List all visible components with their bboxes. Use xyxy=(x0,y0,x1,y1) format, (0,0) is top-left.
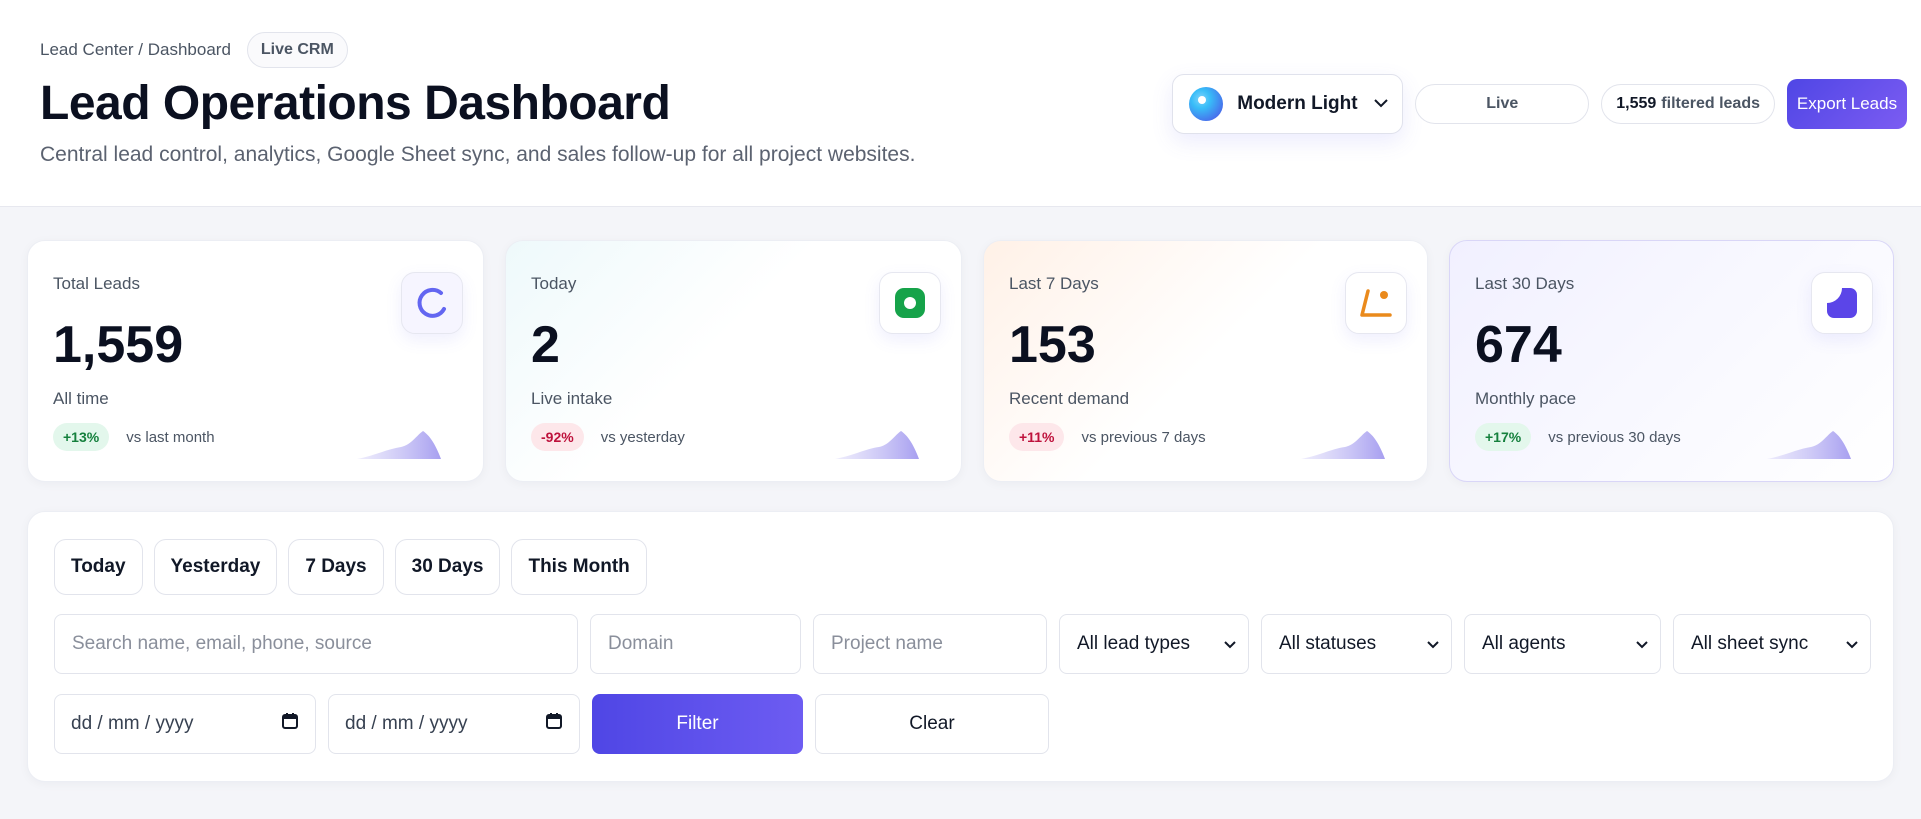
export-leads-button[interactable]: Export Leads xyxy=(1787,79,1907,129)
stat-card-today: Today 2 Live intake -92% vs yesterday xyxy=(505,240,962,482)
chevron-down-icon xyxy=(1224,636,1236,652)
agent-select[interactable]: All agents xyxy=(1464,614,1661,674)
date-to-placeholder: dd / mm / yyyy xyxy=(345,713,468,734)
comparison-text: vs previous 7 days xyxy=(1081,428,1206,446)
chevron-down-icon xyxy=(1846,636,1858,652)
card-value: 1,559 xyxy=(53,316,184,374)
card-label: Last 30 Days xyxy=(1475,274,1575,293)
domain-input[interactable]: Domain xyxy=(590,614,801,674)
card-label: Today xyxy=(531,274,577,293)
chevron-down-icon xyxy=(1427,636,1439,652)
pie-icon xyxy=(1811,272,1873,334)
breadcrumb: Lead Center / Dashboard xyxy=(40,40,231,59)
lead-type-select[interactable]: All lead types xyxy=(1059,614,1249,674)
filter-row-1: Search name, email, phone, source Domain… xyxy=(54,614,1871,674)
filter-button[interactable]: Filter xyxy=(592,694,803,754)
delta-badge: +17% xyxy=(1475,423,1532,451)
sparkline-icon xyxy=(1301,431,1385,459)
sheet-sync-value: All sheet sync xyxy=(1691,633,1809,654)
range-yesterday-button[interactable]: Yesterday xyxy=(153,539,278,595)
sheet-sync-select[interactable]: All sheet sync xyxy=(1673,614,1871,674)
live-status-pill[interactable]: Live xyxy=(1415,84,1590,124)
breadcrumb-row: Lead Center / Dashboard Live CRM xyxy=(40,32,348,68)
sparkline-icon xyxy=(357,431,441,459)
filtered-leads-label: filtered leads xyxy=(1661,95,1760,112)
calendar-icon[interactable] xyxy=(545,712,563,736)
card-subtext: Live intake xyxy=(531,389,613,408)
stat-card-last-7-days: Last 7 Days 153 Recent demand +11% vs pr… xyxy=(983,240,1428,482)
trend-icon xyxy=(1345,272,1407,334)
clear-button[interactable]: Clear xyxy=(815,694,1049,754)
range-30-days-button[interactable]: 30 Days xyxy=(394,539,501,595)
chevron-down-icon xyxy=(1374,95,1388,113)
filtered-leads-count: 1,559 xyxy=(1616,95,1657,112)
project-name-input[interactable]: Project name xyxy=(813,614,1047,674)
range-7-days-button[interactable]: 7 Days xyxy=(288,539,384,595)
theme-picker[interactable]: Modern Light xyxy=(1172,74,1404,134)
spinner-icon xyxy=(401,272,463,334)
filtered-leads-pill: 1,559 filtered leads xyxy=(1601,84,1775,124)
card-subtext: All time xyxy=(53,389,109,408)
date-to-input[interactable]: dd / mm / yyyy xyxy=(328,694,580,754)
page-header: Lead Center / Dashboard Live CRM Lead Op… xyxy=(0,0,1921,207)
page-title: Lead Operations Dashboard xyxy=(40,77,671,130)
date-from-input[interactable]: dd / mm / yyyy xyxy=(54,694,316,754)
range-this-month-button[interactable]: This Month xyxy=(511,539,647,595)
quick-range-buttons: Today Yesterday 7 Days 30 Days This Mont… xyxy=(54,539,647,595)
stat-cards: Total Leads 1,559 All time +13% vs last … xyxy=(27,240,1894,482)
stat-card-total-leads: Total Leads 1,559 All time +13% vs last … xyxy=(27,240,484,482)
stat-card-last-30-days: Last 30 Days 674 Monthly pace +17% vs pr… xyxy=(1449,240,1894,482)
record-icon xyxy=(879,272,941,334)
range-today-button[interactable]: Today xyxy=(54,539,143,595)
filter-row-2: dd / mm / yyyy dd / mm / yyyy Filter Cle… xyxy=(54,694,1049,754)
card-value: 2 xyxy=(531,316,560,374)
card-footer: -92% vs yesterday xyxy=(531,423,685,451)
comparison-text: vs previous 30 days xyxy=(1548,428,1681,446)
sparkline-icon xyxy=(1767,431,1851,459)
header-actions: Modern Light Live 1,559 filtered leads E… xyxy=(1172,74,1907,134)
card-footer: +11% vs previous 7 days xyxy=(1009,423,1206,451)
date-from-placeholder: dd / mm / yyyy xyxy=(71,713,194,734)
card-value: 674 xyxy=(1475,316,1562,374)
card-footer: +17% vs previous 30 days xyxy=(1475,423,1681,451)
comparison-text: vs last month xyxy=(126,428,215,446)
sparkline-icon xyxy=(835,431,919,459)
status-value: All statuses xyxy=(1279,633,1377,654)
delta-badge: -92% xyxy=(531,423,584,451)
lead-type-value: All lead types xyxy=(1077,633,1191,654)
calendar-icon[interactable] xyxy=(281,712,299,736)
live-crm-badge: Live CRM xyxy=(246,32,348,68)
filter-panel: Today Yesterday 7 Days 30 Days This Mont… xyxy=(27,511,1894,782)
agent-value: All agents xyxy=(1482,633,1566,654)
theme-orb-icon xyxy=(1189,87,1224,121)
comparison-text: vs yesterday xyxy=(600,428,685,446)
page-subtitle: Central lead control, analytics, Google … xyxy=(40,143,916,166)
card-subtext: Recent demand xyxy=(1009,389,1130,408)
card-label: Last 7 Days xyxy=(1009,274,1099,293)
delta-badge: +11% xyxy=(1009,423,1065,451)
chevron-down-icon xyxy=(1636,636,1648,652)
theme-label: Modern Light xyxy=(1237,93,1358,114)
card-subtext: Monthly pace xyxy=(1475,389,1577,408)
search-input[interactable]: Search name, email, phone, source xyxy=(54,614,578,674)
card-value: 153 xyxy=(1009,316,1096,374)
status-select[interactable]: All statuses xyxy=(1261,614,1452,674)
delta-badge: +13% xyxy=(53,423,110,451)
card-footer: +13% vs last month xyxy=(53,423,215,451)
card-label: Total Leads xyxy=(53,274,140,293)
